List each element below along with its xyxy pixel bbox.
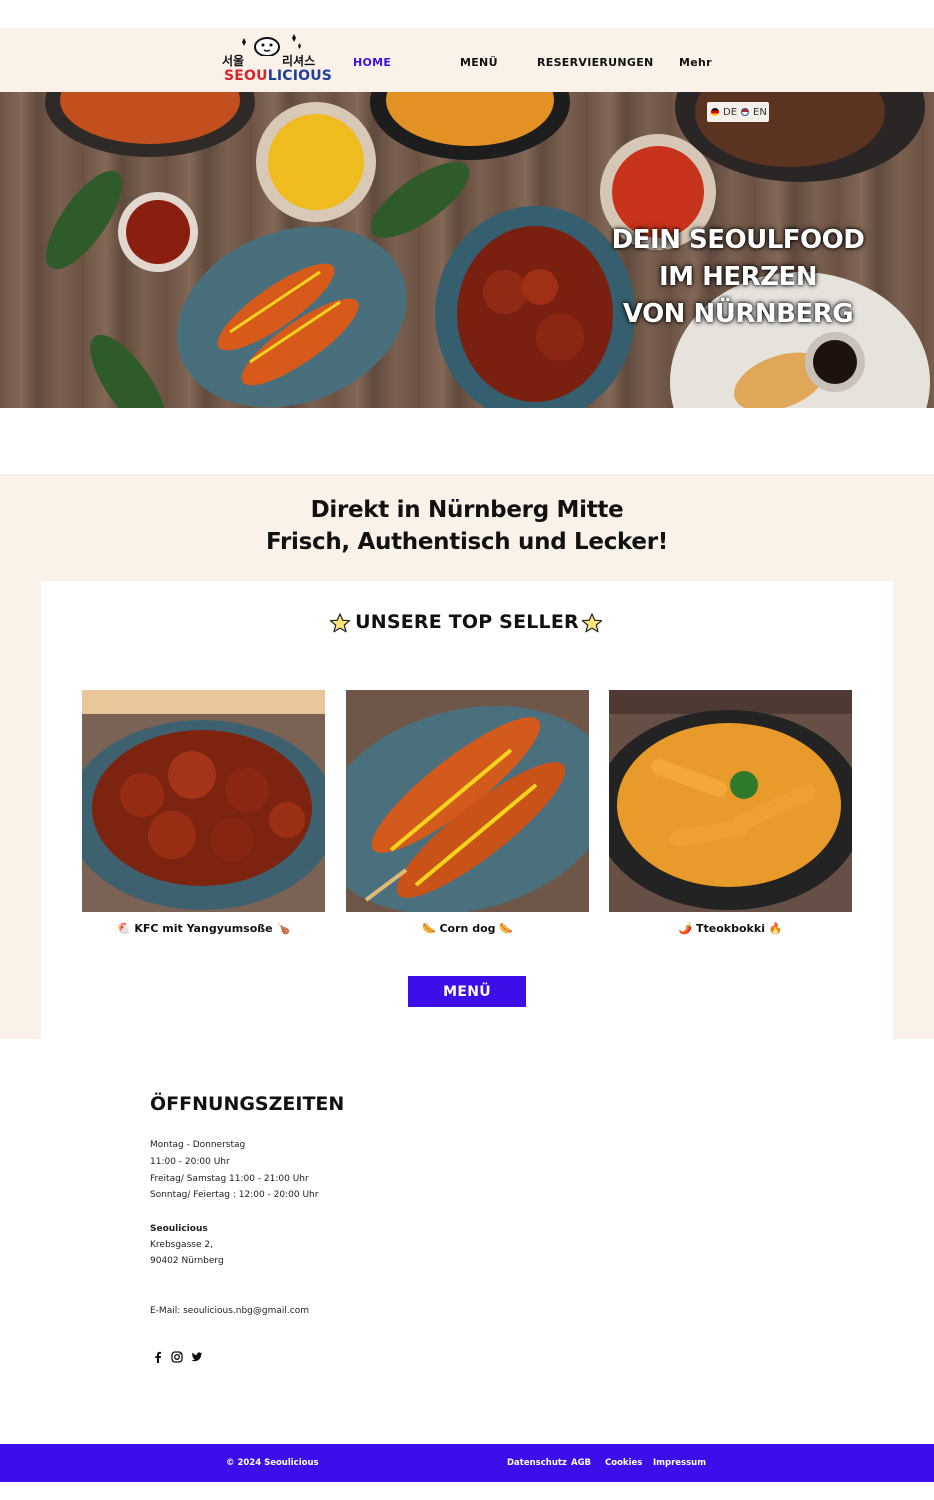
lang-en[interactable]: EN — [753, 107, 767, 118]
hours-line: Montag - Donnerstag — [150, 1140, 246, 1150]
top-seller-item[interactable]: 🐔 KFC mit Yangyumsoße 🍗 — [82, 690, 325, 935]
logo-korean-right: 리셔스 — [282, 54, 316, 68]
menu-button[interactable]: MENÜ — [408, 976, 526, 1007]
instagram-icon[interactable] — [171, 1351, 183, 1363]
hours-line: 11:00 - 20:00 Uhr — [150, 1157, 230, 1167]
nav-reservations[interactable]: RESERVIERUNGEN — [537, 56, 654, 69]
intro-section: Direkt in Nürnberg Mitte Frisch, Authent… — [0, 474, 934, 1039]
usa-flag-icon — [741, 108, 750, 116]
language-switcher[interactable]: DE EN — [707, 102, 769, 122]
email-text[interactable]: E-Mail: seoulicious.nbg@gmail.com — [150, 1306, 309, 1316]
star-icon — [581, 613, 603, 633]
germany-flag-icon — [711, 108, 719, 116]
logo-wordmark: SEOULICIOUS — [224, 68, 333, 84]
nav-home[interactable]: HOME — [353, 56, 391, 69]
opening-hours-title: ÖFFNUNGSZEITEN — [150, 1093, 345, 1115]
facebook-icon[interactable] — [152, 1351, 164, 1363]
hours-line: Sonntag/ Feiertag : 12:00 - 20:00 Uhr — [150, 1190, 319, 1200]
site-header: 서울 리셔스 SEOULICIOUS HOME MENÜ RESERVIERUN… — [0, 28, 934, 92]
intro-heading: Direkt in Nürnberg Mitte Frisch, Authent… — [266, 497, 668, 555]
footer-link-impressum[interactable]: Impressum — [653, 1458, 706, 1468]
copyright-text: © 2024 Seoulicious — [226, 1458, 319, 1468]
top-seller-item[interactable]: 🌭 Corn dog 🌭 — [346, 690, 589, 935]
hero-banner: DE EN DEIN SEOULFOOD IM HERZEN VON NÜRNB… — [0, 92, 934, 408]
item-label: 🌭 Corn dog 🌭 — [421, 922, 514, 935]
top-seller-title: UNSERE TOP SELLER — [355, 611, 579, 633]
business-name: Seoulicious — [150, 1224, 208, 1234]
footer-link-cookies[interactable]: Cookies — [605, 1458, 642, 1468]
corn-dog-image — [346, 690, 589, 912]
top-seller-item[interactable]: 🌶️ Tteokbokki 🔥 — [609, 690, 852, 935]
item-label: 🌶️ Tteokbokki 🔥 — [678, 922, 783, 935]
footer-link-datenschutz[interactable]: Datenschutz — [507, 1458, 567, 1468]
kfc-chicken-image — [82, 690, 325, 912]
address-street: Krebsgasse 2, — [150, 1240, 213, 1250]
nav-menu[interactable]: MENÜ — [460, 56, 498, 69]
hours-line: Freitag/ Samstag 11:00 - 21:00 Uhr — [150, 1174, 309, 1184]
site-footer: © 2024 Seoulicious Datenschutz AGB Cooki… — [0, 1444, 934, 1482]
address-city: 90402 Nürnberg — [150, 1256, 224, 1266]
tteokbokki-image — [609, 690, 852, 912]
footer-link-agb[interactable]: AGB — [571, 1458, 591, 1468]
hero-title: DEIN SEOULFOOD IM HERZEN VON NÜRNBERG — [611, 225, 865, 329]
item-label: 🐔 KFC mit Yangyumsoße 🍗 — [116, 922, 291, 935]
twitter-icon[interactable] — [191, 1351, 203, 1363]
top-seller-card: UNSERE TOP SELLER 🐔 KFC mit Yangyumsoße … — [41, 581, 893, 1039]
nav-more[interactable]: Mehr — [679, 56, 712, 69]
logo-korean-left: 서울 — [222, 54, 245, 68]
seoulicious-logo[interactable]: 서울 리셔스 SEOULICIOUS — [222, 32, 332, 86]
lang-de[interactable]: DE — [723, 107, 737, 118]
